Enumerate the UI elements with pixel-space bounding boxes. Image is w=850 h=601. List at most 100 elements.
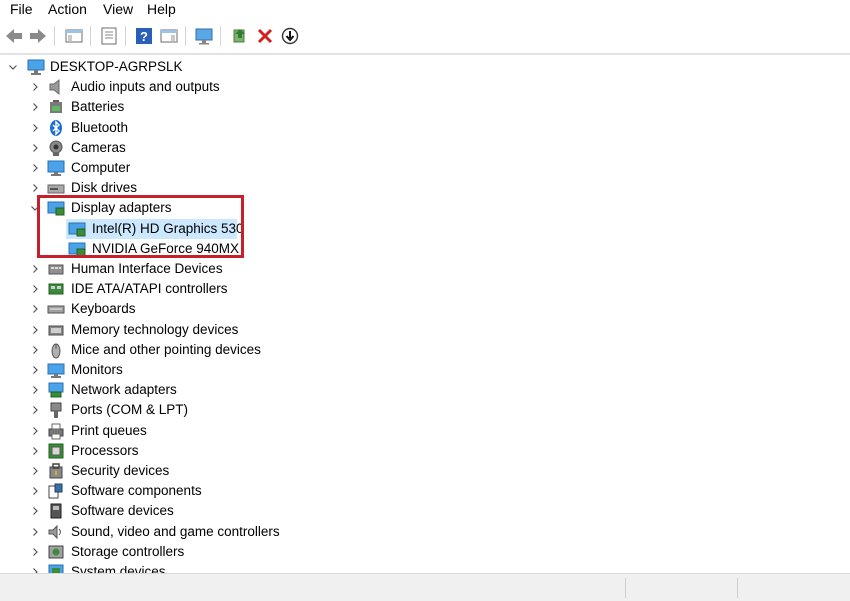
chevron-right-icon xyxy=(33,143,38,152)
status-pane-divider xyxy=(737,578,738,598)
tree-item-network-adapters[interactable]: Network adapters xyxy=(0,380,850,400)
tree-item-label: Display adapters xyxy=(71,200,172,216)
port-icon xyxy=(50,402,62,419)
expand-toggle[interactable] xyxy=(30,421,40,441)
tree-item-device[interactable]: Intel(R) HD Graphics 530 xyxy=(66,218,244,239)
action-pane-button[interactable] xyxy=(158,25,180,47)
chevron-right-icon xyxy=(33,446,38,455)
tree-item-label: IDE ATA/ATAPI controllers xyxy=(71,281,228,297)
chevron-right-icon xyxy=(33,83,38,92)
display-adapter-icon xyxy=(68,222,86,237)
tree-item-mice-and-other-pointing-devices[interactable]: Mice and other pointing devices xyxy=(0,340,850,360)
toolbar-separator xyxy=(125,26,126,46)
menu-help[interactable]: Help xyxy=(147,1,176,17)
status-bar xyxy=(0,573,850,601)
device-tree[interactable]: DESKTOP-AGRPSLK Audio inputs and outputs B… xyxy=(0,56,850,573)
tree-item-batteries[interactable]: Batteries xyxy=(0,97,850,117)
tree-item-display-adapters[interactable]: Display adapters xyxy=(0,198,850,218)
expand-toggle[interactable] xyxy=(30,299,40,319)
tree-item-sound-video-and-game-controllers[interactable]: Sound, video and game controllers xyxy=(0,522,850,542)
expand-toggle[interactable] xyxy=(30,461,40,481)
properties-button[interactable] xyxy=(98,25,120,47)
tree-item-label: Security devices xyxy=(71,463,170,478)
back-button[interactable] xyxy=(3,25,25,47)
tree-item-system-devices[interactable]: System devices xyxy=(0,562,850,573)
tree-root-computer[interactable]: DESKTOP-AGRPSLK xyxy=(0,57,850,77)
show-hide-console-tree-button[interactable] xyxy=(63,25,85,47)
menu-file[interactable]: File xyxy=(10,1,33,17)
toolbar-separator xyxy=(54,26,55,46)
tree-item-bluetooth[interactable]: Bluetooth xyxy=(0,118,850,138)
update-driver-button[interactable] xyxy=(229,25,251,47)
tree-item-ide-ata-atapi-controllers[interactable]: IDE ATA/ATAPI controllers xyxy=(0,279,850,299)
tree-item-cameras[interactable]: Cameras xyxy=(0,138,850,158)
expand-toggle[interactable] xyxy=(30,441,40,461)
help-button[interactable]: ? xyxy=(133,25,155,47)
tree-item-label: Disk drives xyxy=(71,180,138,196)
expand-toggle[interactable] xyxy=(30,340,40,360)
tree-item-processors[interactable]: Processors xyxy=(0,441,850,461)
processor-icon xyxy=(48,443,64,459)
chevron-right-icon xyxy=(33,164,38,172)
toolbar-divider xyxy=(0,53,850,55)
tree-item-memory-technology-devices[interactable]: Memory technology devices xyxy=(0,320,850,340)
tree-item-device[interactable]: NVIDIA GeForce 940MX xyxy=(0,239,850,259)
chevron-right-icon xyxy=(33,406,38,415)
forward-button[interactable] xyxy=(27,25,49,47)
tree-item-ports-com-lpt[interactable]: Ports (COM & LPT) xyxy=(0,400,850,420)
storage-icon xyxy=(48,545,64,559)
sound-icon xyxy=(48,524,61,539)
tree-item-computer[interactable]: Computer xyxy=(0,158,850,178)
chevron-right-icon xyxy=(33,184,38,193)
menu-action[interactable]: Action xyxy=(48,1,87,17)
toolbar-separator xyxy=(185,26,186,46)
expand-toggle[interactable] xyxy=(30,542,40,562)
expand-toggle[interactable] xyxy=(30,178,40,198)
tree-item-label: Audio inputs and outputs xyxy=(71,79,220,95)
chevron-right-icon xyxy=(33,285,38,294)
svg-text:?: ? xyxy=(140,29,148,44)
tree-item-software-components[interactable]: Software components xyxy=(0,481,850,501)
system-device-icon xyxy=(48,564,64,573)
expand-toggle[interactable] xyxy=(8,57,18,77)
expand-toggle[interactable] xyxy=(30,279,40,299)
toolbar-separator xyxy=(90,26,91,46)
tree-item-label: Ports (COM & LPT) xyxy=(71,402,189,418)
tree-item-monitors[interactable]: Monitors xyxy=(0,360,850,380)
tree-item-security-devices[interactable]: Security devices xyxy=(0,461,850,481)
expand-toggle[interactable] xyxy=(30,259,40,279)
chevron-right-icon xyxy=(33,547,38,556)
expand-toggle[interactable] xyxy=(30,97,40,117)
expand-toggle[interactable] xyxy=(30,360,40,380)
expand-toggle[interactable] xyxy=(30,77,40,97)
tree-item-software-devices[interactable]: Software devices xyxy=(0,501,850,521)
menu-view[interactable]: View xyxy=(103,1,133,17)
tree-item-print-queues[interactable]: Print queues xyxy=(0,421,850,441)
expand-toggle[interactable] xyxy=(30,380,40,400)
expand-toggle[interactable] xyxy=(30,562,40,573)
chevron-right-icon xyxy=(33,527,38,536)
expand-toggle[interactable] xyxy=(30,198,40,218)
expand-toggle[interactable] xyxy=(30,158,40,178)
chevron-right-icon xyxy=(33,265,38,273)
uninstall-device-button[interactable] xyxy=(254,25,276,47)
tree-item-audio-inputs-and-outputs[interactable]: Audio inputs and outputs xyxy=(0,77,850,97)
tree-item-keyboards[interactable]: Keyboards xyxy=(0,299,850,319)
expand-toggle[interactable] xyxy=(30,138,40,158)
expand-toggle[interactable] xyxy=(30,501,40,521)
expand-toggle[interactable] xyxy=(30,522,40,542)
tree-item-label: Processors xyxy=(71,442,139,458)
tree-item-label: Software components xyxy=(71,483,202,499)
hid-icon xyxy=(48,264,64,275)
expand-toggle[interactable] xyxy=(30,400,40,420)
tree-item-human-interface-devices[interactable]: Human Interface Devices xyxy=(0,259,850,279)
action-pane-icon xyxy=(160,29,178,43)
chevron-right-icon xyxy=(33,507,38,516)
tree-item-storage-controllers[interactable]: Storage controllers xyxy=(0,542,850,562)
disable-device-button[interactable] xyxy=(279,25,301,47)
expand-toggle[interactable] xyxy=(30,481,40,501)
scan-hardware-changes-button[interactable] xyxy=(193,25,215,47)
expand-toggle[interactable] xyxy=(30,320,40,340)
tree-item-disk-drives[interactable]: Disk drives xyxy=(0,178,850,198)
expand-toggle[interactable] xyxy=(30,118,40,138)
